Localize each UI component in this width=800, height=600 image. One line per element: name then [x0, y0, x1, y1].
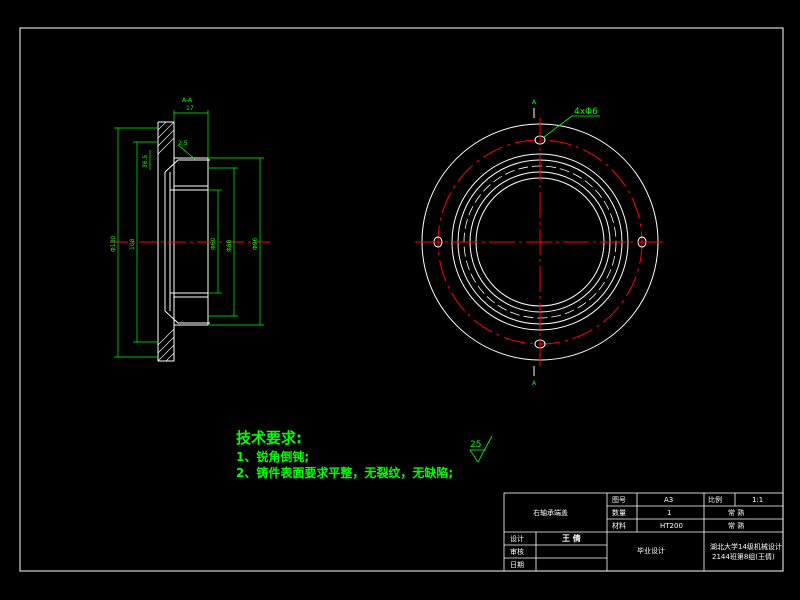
hatch-line — [157, 129, 175, 147]
designer-name: 王 倩 — [562, 533, 581, 543]
dim-outer-right: Φ96 — [252, 237, 259, 250]
class-info: 2144班第8组(王倩) — [712, 552, 775, 561]
section-mark-bottom: A — [532, 380, 537, 387]
checker-label: 审核 — [510, 547, 524, 556]
section-dimensions — [114, 110, 264, 358]
dim-mid-left: 108 — [129, 238, 136, 250]
school-name: 湖北大学14级机械设计 — [710, 542, 782, 551]
hatch-line — [165, 352, 175, 362]
material-value: HT200 — [660, 522, 683, 530]
lip-bottom — [164, 310, 210, 324]
scale-value: 1:1 — [752, 496, 763, 504]
dim-small-step: 36.5 — [142, 154, 149, 168]
hole-callout: 4xΦ6 — [574, 107, 598, 117]
designer-label: 设计 — [510, 534, 524, 543]
scale-label: 比例 — [708, 495, 722, 504]
tech-requirements-title: 技术要求: — [236, 429, 302, 447]
tech-requirement-item: 2、铸件表面要求平整，无裂纹，无缺陷; — [236, 465, 453, 480]
hatch-line — [157, 328, 175, 346]
note-1: 常 熟 — [728, 508, 744, 517]
hatch-line — [157, 137, 175, 155]
roughness-value: 25 — [470, 440, 481, 450]
quantity-label: 数量 — [612, 508, 626, 517]
dim-inner-step: Φ80 — [226, 239, 233, 252]
hole-callout-leader — [543, 115, 573, 138]
quantity-value: 1 — [667, 509, 671, 517]
hatch-line — [157, 121, 167, 131]
drawing-frame — [19, 27, 784, 572]
lip-top — [164, 159, 210, 173]
section-label: A-A — [182, 97, 193, 104]
cad-drawing: 17 A-A 2.5 36.5 Φ130 108 Φ60 Φ80 Φ96 A A… — [19, 27, 784, 572]
project-name: 毕业设计 — [637, 546, 665, 555]
dim-inner-bore: Φ60 — [210, 237, 217, 250]
hatch-line — [157, 344, 175, 362]
hatch-line — [157, 336, 175, 354]
note-2: 常 熟 — [728, 521, 744, 530]
dim-outer-left: Φ130 — [110, 236, 117, 252]
material-label: 材料 — [612, 521, 626, 530]
dim-top-width: 17 — [186, 105, 194, 112]
date-label: 日期 — [510, 561, 524, 569]
section-mark-top: A — [532, 99, 537, 106]
dim-chamfer: 2.5 — [178, 140, 188, 147]
drawing-no: A3 — [664, 496, 673, 504]
hatch-line — [157, 121, 175, 139]
drawing-no-label: 图号 — [612, 496, 626, 504]
part-name: 右轴承端盖 — [533, 508, 568, 517]
tech-requirement-item: 1、锐角倒钝; — [236, 449, 309, 464]
